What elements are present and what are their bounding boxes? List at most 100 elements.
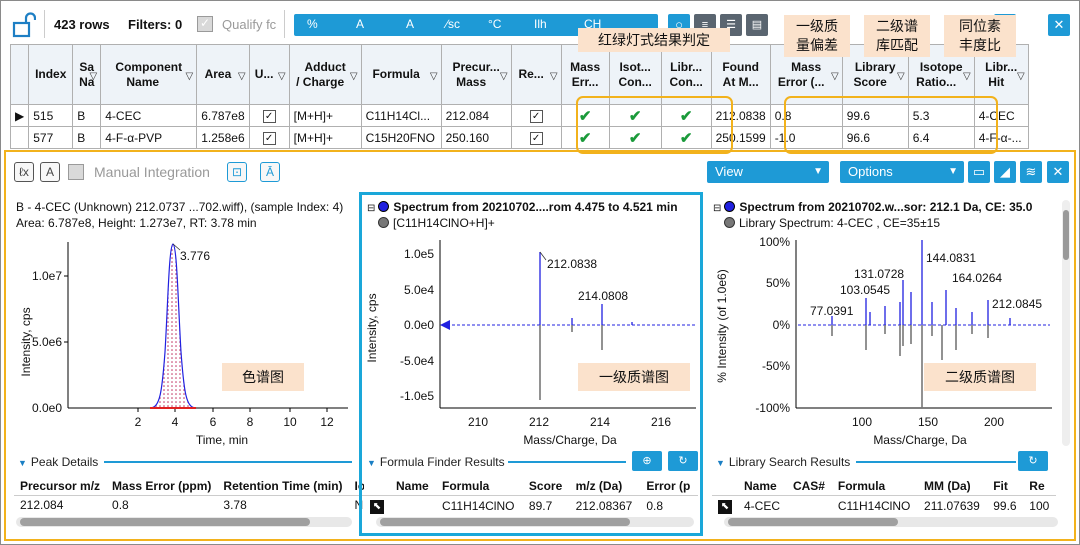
used-checkbox[interactable]: ✓ — [262, 110, 276, 123]
col-component-name[interactable]: Component Name ▽ — [100, 44, 198, 105]
cell-used[interactable]: ✓ — [248, 126, 290, 149]
chromatogram-chart[interactable]: 1.0e7 5.0e6 0.0e0 2 4 6 8 10 12 Time, mi… — [10, 232, 355, 452]
view-dropdown[interactable]: View ▼ — [707, 161, 829, 183]
baseline-marker-icon — [440, 320, 450, 330]
chromatogram-peak[interactable] — [149, 243, 197, 409]
col-sample-name[interactable]: Sa Na ▽ — [72, 44, 102, 105]
scale-icon[interactable]: ∕sc — [446, 17, 460, 31]
col-mz[interactable]: m/z (Da) — [569, 477, 641, 496]
col-adduct-charge[interactable]: Adduct / Charge ▽ — [288, 44, 362, 105]
col-formula[interactable]: Formula ▽ — [360, 44, 442, 105]
callout-ms1-error: 一级质 量偏差 — [784, 15, 850, 57]
y-axis-label: % Intensity (of 1.0e6) — [715, 269, 729, 382]
font-a2-icon[interactable]: A — [406, 17, 414, 31]
filter-icon[interactable]: ▽ — [897, 69, 905, 84]
reportable-checkbox[interactable]: ✓ — [529, 110, 543, 123]
bars-icon[interactable]: Ilh — [534, 17, 547, 31]
col-error[interactable]: Error (p — [640, 477, 698, 496]
refresh-icon[interactable]: ↻ — [668, 451, 698, 471]
y-tick-label: 100% — [759, 235, 790, 249]
temperature-icon[interactable]: °C — [488, 17, 501, 31]
filter-icon[interactable]: ▽ — [186, 69, 194, 84]
percent-icon[interactable]: % — [307, 17, 318, 31]
peak-details-header[interactable]: ▼ Peak Details — [18, 455, 98, 469]
ms2-subtitle: Library Spectrum: 4-CEC , CE=35±15 — [724, 216, 940, 231]
close-icon[interactable]: ✕ — [1048, 14, 1070, 36]
filter-icon[interactable]: ▽ — [238, 69, 246, 84]
integration-icon[interactable]: ℓx — [14, 162, 34, 182]
horizontal-scrollbar[interactable] — [724, 517, 1058, 527]
manual-integration-checkbox[interactable] — [68, 164, 84, 180]
reportable-checkbox[interactable]: ✓ — [529, 132, 543, 145]
window-icon[interactable]: ▭ — [968, 161, 990, 183]
y-tick-label: -1.0e5 — [400, 389, 434, 403]
col-mass-error-ppm[interactable]: Mass Error (ppm) — [106, 477, 218, 496]
formula-finder-header[interactable]: ▼ Formula Finder Results — [367, 455, 505, 469]
qualify-checkbox[interactable]: ✓ — [197, 16, 213, 32]
library-search-header[interactable]: ▼ Library Search Results — [716, 455, 850, 469]
y-tick-label: 0% — [773, 318, 791, 332]
close-panel-icon[interactable]: ✕ — [1047, 161, 1069, 183]
col-formula[interactable]: Formula — [831, 477, 919, 496]
col-reverse-fit[interactable]: Re — [1023, 477, 1056, 496]
filter-icon[interactable]: ▽ — [430, 69, 438, 84]
cell-area: 1.258e6 — [196, 126, 250, 149]
x-tick-label: 12 — [320, 415, 334, 429]
filter-icon[interactable]: ▽ — [550, 69, 558, 84]
cell-reportable[interactable]: ✓ — [510, 104, 562, 127]
col-retention-time[interactable]: Retention Time (min) — [217, 477, 349, 496]
filter-list-icon[interactable]: ▤ — [746, 14, 768, 36]
refresh-icon[interactable]: ↻ — [1018, 451, 1048, 471]
filter-icon[interactable]: ▽ — [278, 69, 286, 84]
col-used[interactable]: U... ▽ — [248, 44, 290, 105]
col-score[interactable]: Score — [522, 477, 570, 496]
unlock-icon[interactable] — [12, 11, 36, 39]
peak-a-icon[interactable]: A — [40, 162, 60, 182]
peak-label: 3.776 — [180, 249, 210, 263]
expand-icon[interactable]: ⬉ — [712, 496, 738, 517]
options-dropdown[interactable]: Options ▼ — [840, 161, 964, 183]
table-row[interactable]: 212.084 0.8 3.78 N — [14, 496, 371, 515]
cell-index: 515 — [28, 104, 74, 127]
x-tick-label: 4 — [172, 415, 179, 429]
col-formula[interactable]: Formula — [435, 477, 523, 496]
x-tick-label: 200 — [984, 415, 1004, 429]
col-mm[interactable]: MM (Da) — [918, 477, 988, 496]
scroll-sync-icon[interactable]: ≋ — [1020, 161, 1042, 183]
col-precursor-mass[interactable]: Precur... Mass ▽ — [440, 44, 512, 105]
cell-reportable[interactable]: ✓ — [510, 126, 562, 149]
horizontal-scrollbar[interactable] — [16, 517, 352, 527]
vertical-scrollbar[interactable] — [1062, 200, 1070, 446]
col-area[interactable]: Area ▽ — [196, 44, 250, 105]
col-name[interactable]: Name — [738, 477, 787, 496]
ms1-spectrum-chart[interactable]: 1.0e5 5.0e4 0.0e0 -5.0e4 -1.0e5 210 212 … — [362, 232, 702, 452]
filter-icon[interactable]: ▽ — [963, 69, 971, 84]
cell-used[interactable]: ✓ — [248, 104, 290, 127]
filter-icon[interactable]: ▽ — [831, 69, 839, 84]
y-tick-label: -50% — [762, 359, 790, 373]
col-fit[interactable]: Fit — [987, 477, 1024, 496]
maximize-icon[interactable]: ◢ — [994, 161, 1016, 183]
x-tick-label: 100 — [852, 415, 872, 429]
zoom-fit-icon[interactable]: ⊡ — [227, 162, 247, 182]
ms2-title: ⊟ Spectrum from 20210702.w...sor: 212.1 D… — [713, 200, 1033, 214]
col-index[interactable]: Index — [28, 44, 74, 105]
col-reportable[interactable]: Re... ▽ — [510, 44, 562, 105]
filter-icon[interactable]: ▽ — [90, 69, 98, 84]
col-name[interactable]: Name — [390, 477, 436, 496]
col-precursor-mz[interactable]: Precursor m/z — [14, 477, 107, 496]
ms2-spectrum-chart[interactable]: 100% 50% 0% -50% -100% 100 150 200 Mass/… — [710, 232, 1060, 452]
font-a-icon[interactable]: A — [356, 17, 364, 31]
formula-settings-icon[interactable]: ⊕ — [632, 451, 662, 471]
filter-icon[interactable]: ▽ — [500, 69, 508, 84]
filter-icon[interactable]: ▽ — [1017, 69, 1025, 84]
filter-icon[interactable]: ▽ — [350, 69, 358, 84]
auto-scale-icon[interactable]: Ā — [260, 162, 280, 182]
peak-label: 77.0391 — [810, 304, 854, 318]
expand-icon[interactable]: ⬉ — [364, 496, 390, 517]
table-row[interactable]: ⬉ 4-CEC C11H14ClNO 211.07639 99.6 100 — [712, 496, 1056, 517]
table-row[interactable]: ⬉ C11H14ClNO 89.7 212.08367 0.8 — [364, 496, 698, 517]
col-cas[interactable]: CAS# — [786, 477, 832, 496]
horizontal-scrollbar[interactable] — [376, 517, 694, 527]
used-checkbox[interactable]: ✓ — [262, 132, 276, 145]
